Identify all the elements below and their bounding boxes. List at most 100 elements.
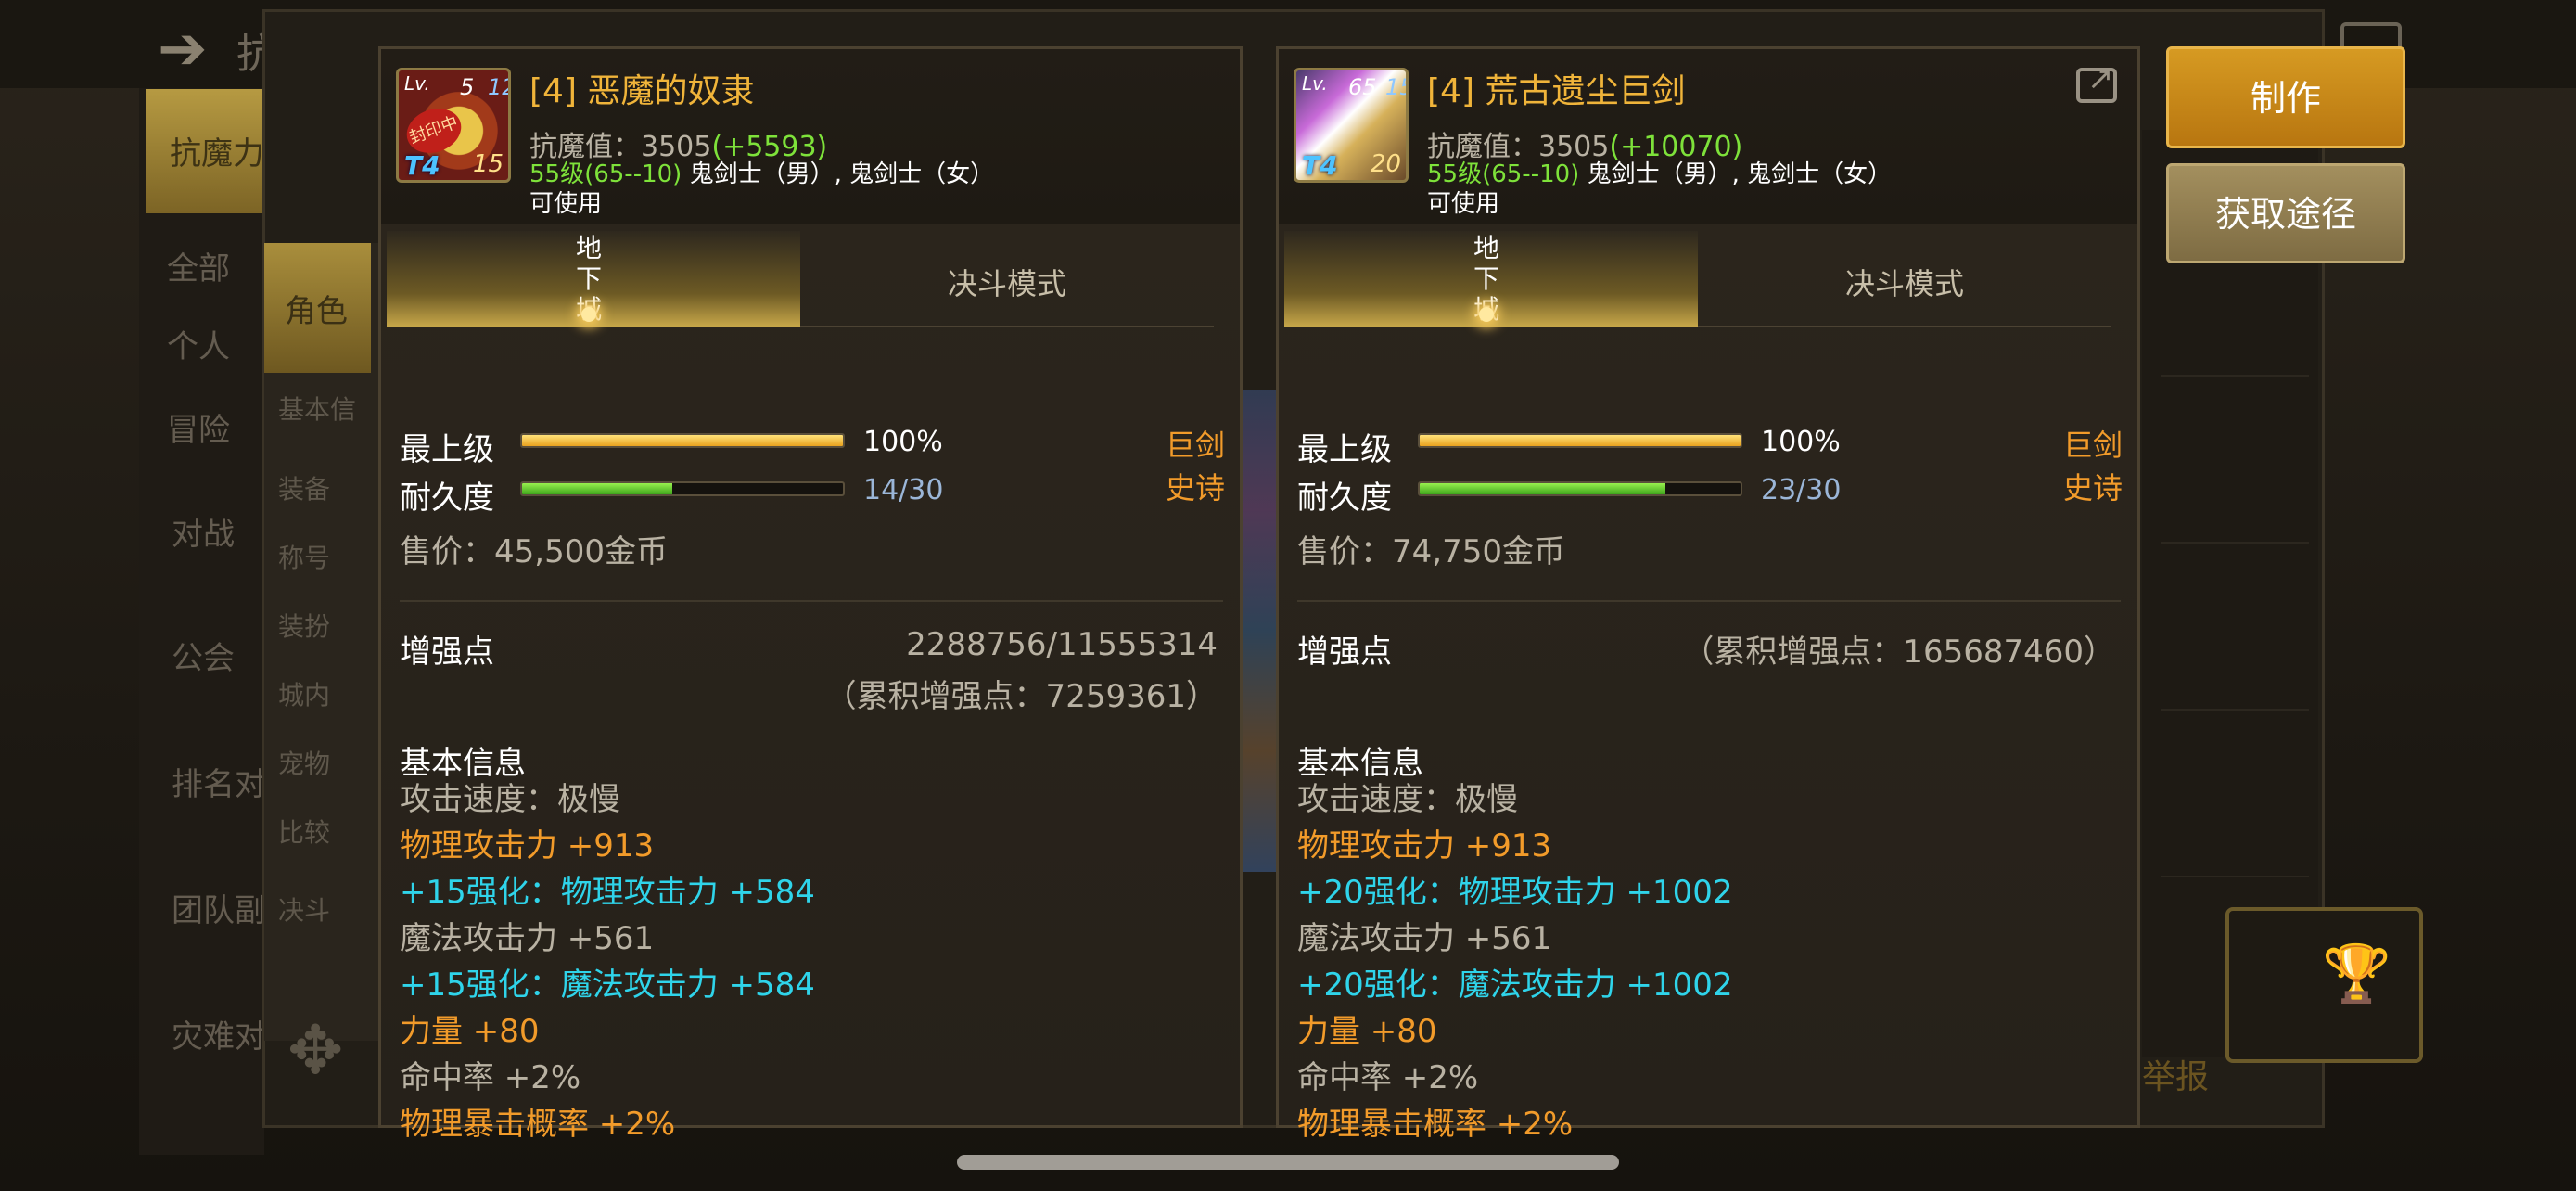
mode-tabs: 地下城 决斗模式 [387,231,1256,329]
enhance-points-label: 增强点 [400,634,494,671]
stat-attack-speed: 攻击速度：极慢 [400,781,620,818]
sub-menu-item[interactable]: 城内 [278,675,330,712]
sub-menu-item[interactable]: 决斗 [278,890,330,928]
sub-menu-active[interactable]: 角色 [264,243,371,373]
sub-menu-label: 角色 [285,293,348,330]
stats-list: 攻击速度：极慢 物理攻击力 +913 +20强化：物理攻击力 +1002 魔法攻… [1297,776,2113,1147]
tab-duel[interactable]: 决斗模式 [800,231,1214,327]
tab-dungeon[interactable]: 地下城 [1284,231,1698,327]
sub-menu-item[interactable]: 装备 [278,469,330,506]
max-level-value: 100% [863,426,943,458]
stat-magic-attack: 魔法攻击力 +561 [1297,920,1552,957]
bg-right-row [2161,297,2309,377]
tab-duel-label: 决斗模式 [947,266,1066,301]
left-menu-item[interactable]: 个人 [167,321,230,366]
compass-icon[interactable]: ✥ [287,1011,343,1089]
required-classes: 鬼剑士（男）, 鬼剑士（女） [1579,160,1893,188]
stat-magic-attack: 魔法攻击力 +561 [400,920,655,957]
back-arrow-icon[interactable]: ➔ [158,15,208,83]
durability-bar-fill [522,483,672,494]
stat-hit-rate: 命中率 +2% [400,1059,581,1096]
item-name: [4] 荒古遗尘巨剑 [1427,72,1686,110]
character-portrait-strip [1243,390,1278,872]
left-menu-item[interactable]: 冒险 [167,404,230,450]
left-menu-item[interactable]: 全部 [167,243,230,288]
left-menu-item[interactable]: 排名对 [172,759,266,804]
left-menu-item[interactable]: 对战 [172,508,235,554]
left-menu-item[interactable]: 灾难对 [172,1011,266,1057]
divider [400,600,1223,602]
item-icon[interactable]: Lv. 65 15 T4 20 [1294,68,1409,183]
report-link[interactable]: 举报 [2142,1050,2209,1098]
left-menu-item[interactable]: 公会 [172,633,235,678]
stat-physical-attack: 物理攻击力 +913 [400,827,655,864]
max-level-bar [1418,433,1742,448]
stat-physical-attack: 物理攻击力 +913 [1297,827,1552,864]
bg-right-row [2161,464,2309,544]
usable-text: 可使用 [529,190,603,218]
enhance-points-label: 增强点 [1297,634,1392,671]
enhance-points-value: 2288756/11555314 [906,626,1218,663]
stat-strength: 力量 +80 [400,1013,540,1050]
item-icon-level2: 15 [1385,74,1406,100]
max-level-bar [520,433,845,448]
max-level-value: 100% [1761,426,1841,458]
required-classes: 鬼剑士（男）, 鬼剑士（女） [682,160,995,188]
item-card-current: Lv. 5 12 封印中 T4 15 [4] 恶魔的奴隶 抗魔值：3505(+5… [378,46,1243,1143]
home-indicator[interactable] [957,1155,1619,1170]
sub-menu-item[interactable]: 比较 [278,813,330,850]
enhance-points-accumulated: （累积增强点：165687460） [1682,634,2115,671]
sub-menu-item[interactable]: 称号 [278,538,330,575]
bg-right-row [2161,798,2309,877]
stat-enhance-physical: +15强化：物理攻击力 +584 [400,874,815,911]
mode-tabs: 地下城 决斗模式 [1284,231,2154,329]
max-level-bar-fill [522,435,843,446]
item-name: [4] 恶魔的奴隶 [529,72,755,110]
durability-label: 耐久度 [400,480,494,517]
item-icon[interactable]: Lv. 5 12 封印中 T4 15 [396,68,511,183]
item-header: Lv. 5 12 封印中 T4 15 [4] 恶魔的奴隶 抗魔值：3505(+5… [381,49,1240,224]
sell-price: 售价：45,500金币 [400,533,668,570]
usable-text: 可使用 [1427,190,1500,218]
item-icon-enhance: 20 [1371,150,1402,178]
sub-menu-item[interactable]: 宠物 [278,744,330,781]
durability-value: 14/30 [863,474,944,506]
divider [1698,326,2111,327]
left-menu-active[interactable]: 抗魔力 [146,89,264,213]
make-button[interactable]: 制作 [2166,46,2405,148]
durability-label: 耐久度 [1297,480,1392,517]
stat-hit-rate: 命中率 +2% [1297,1059,1479,1096]
stats-list: 攻击速度：极慢 物理攻击力 +913 +15强化：物理攻击力 +584 魔法攻击… [400,776,1216,1147]
share-icon[interactable] [2076,60,2117,103]
stat-enhance-physical: +20强化：物理攻击力 +1002 [1297,874,1733,911]
durability-bar-fill [1420,483,1666,494]
trophy-button[interactable]: 🏆 [2225,907,2423,1063]
max-level-label: 最上级 [400,431,494,468]
weapon-type: 巨剑 [1165,428,1225,463]
item-icon-lv: Lv. [404,72,430,95]
stat-attack-speed: 攻击速度：极慢 [1297,781,1518,818]
max-level-label: 最上级 [1297,431,1392,468]
rarity-type: 史诗 [2062,470,2123,506]
sub-menu-item[interactable]: 基本信 [278,390,356,427]
durability-bar [520,481,845,496]
tab-selected-glow [1479,307,1494,322]
stat-enhance-magic: +15强化：魔法攻击力 +584 [400,967,815,1004]
tab-dungeon[interactable]: 地下城 [387,231,800,327]
item-card-compare: Lv. 65 15 T4 20 [4] 荒古遗尘巨剑 抗魔值：3505(+100… [1276,46,2140,1143]
left-menu-item[interactable]: 团队副 [172,885,266,930]
tab-selected-glow [581,307,596,322]
obtain-source-button[interactable]: 获取途径 [2166,163,2405,263]
stat-crit-rate: 物理暴击概率 +2% [1297,1106,1574,1143]
stat-crit-rate: 物理暴击概率 +2% [400,1106,676,1143]
stat-strength: 力量 +80 [1297,1013,1437,1050]
item-icon-level: 65 [1348,74,1377,100]
sell-price: 售价：74,750金币 [1297,533,1565,570]
rarity-type: 史诗 [1165,470,1225,506]
item-header: Lv. 65 15 T4 20 [4] 荒古遗尘巨剑 抗魔值：3505(+100… [1279,49,2137,224]
tab-duel[interactable]: 决斗模式 [1698,231,2111,327]
weapon-type: 巨剑 [2062,428,2123,463]
sub-menu-item[interactable]: 装扮 [278,607,330,644]
item-icon-level: 5 [460,74,475,100]
item-icon-enhance: 15 [473,150,504,178]
